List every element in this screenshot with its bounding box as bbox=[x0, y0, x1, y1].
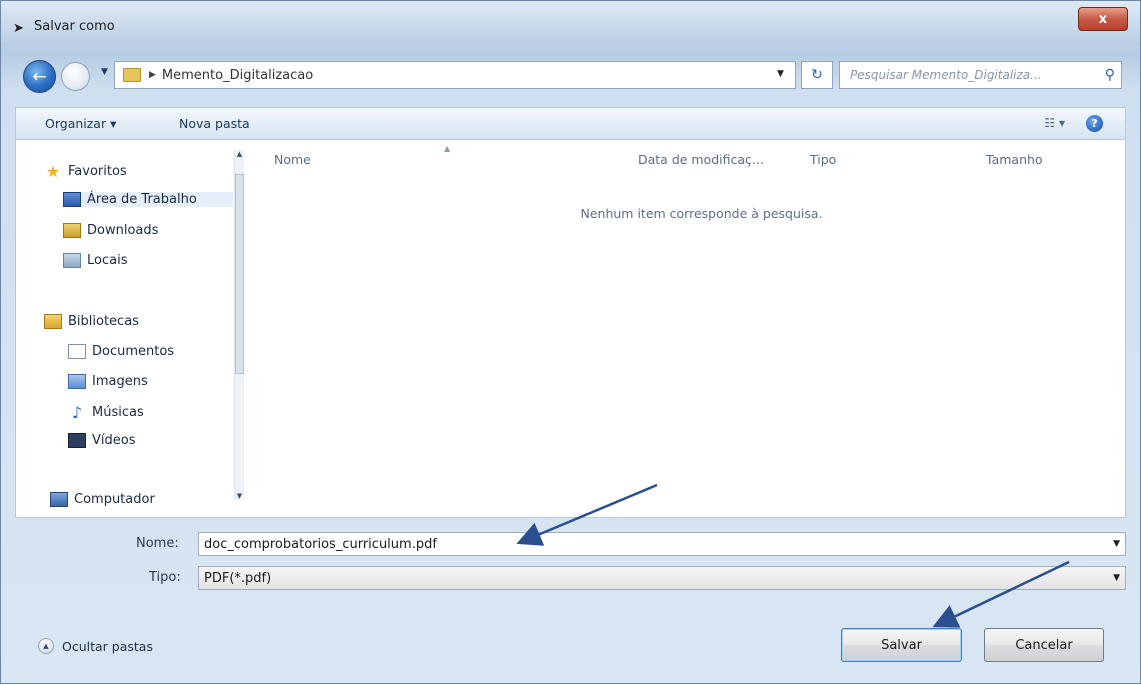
column-header-name[interactable]: Nome bbox=[274, 152, 311, 167]
refresh-icon: ↻ bbox=[811, 67, 823, 83]
search-input[interactable] bbox=[848, 67, 1105, 83]
title-bar[interactable]: ➤ Salvar como x bbox=[1, 1, 1140, 45]
refresh-button[interactable]: ↻ bbox=[801, 61, 833, 89]
nav-label: Computador bbox=[74, 492, 155, 507]
view-options-icon[interactable]: ☷ ▾ bbox=[1044, 116, 1065, 130]
star-icon: ★ bbox=[45, 162, 61, 181]
app-icon: ➤ bbox=[13, 21, 24, 36]
nav-music[interactable]: ♪ Músicas bbox=[68, 403, 144, 422]
empty-message: Nenhum item corresponde à pesquisa. bbox=[580, 206, 823, 221]
save-as-dialog: ➤ Salvar como x ← ▼ ▶ Memento_Digitaliza… bbox=[0, 0, 1141, 684]
filename-row: Nome: doc_comprobatorios_curriculum.pdf … bbox=[15, 532, 1126, 558]
command-bar: Organizar ▾ Nova pasta ☷ ▾ ? bbox=[15, 107, 1126, 140]
breadcrumb-folder[interactable]: Memento_Digitalizacao bbox=[162, 68, 313, 83]
new-folder-button[interactable]: Nova pasta bbox=[179, 116, 250, 131]
nav-desktop[interactable]: Área de Trabalho bbox=[63, 192, 233, 207]
forward-button[interactable] bbox=[61, 62, 90, 91]
videos-icon bbox=[68, 433, 86, 448]
sort-caret-icon: ▲ bbox=[444, 144, 451, 153]
column-header-date[interactable]: Data de modificaç... bbox=[638, 152, 764, 167]
search-icon[interactable]: ⚲ bbox=[1105, 67, 1115, 83]
filetype-dropdown-icon[interactable]: ▼ bbox=[1113, 573, 1120, 583]
nav-favorites[interactable]: ★ Favoritos bbox=[44, 162, 127, 181]
chevron-right-icon[interactable]: ▶ bbox=[149, 70, 156, 80]
filetype-label: Tipo: bbox=[149, 570, 181, 585]
nav-downloads[interactable]: Downloads bbox=[63, 223, 158, 238]
help-icon[interactable]: ? bbox=[1086, 115, 1103, 132]
filetype-row: Tipo: PDF(*.pdf) ▼ bbox=[15, 566, 1126, 592]
filename-dropdown-icon[interactable]: ▼ bbox=[1113, 539, 1120, 549]
nav-libraries[interactable]: Bibliotecas bbox=[44, 314, 139, 329]
save-button[interactable]: Salvar bbox=[841, 628, 962, 662]
window-title: Salvar como bbox=[34, 19, 115, 34]
hide-folders-label: Ocultar pastas bbox=[62, 638, 153, 654]
nav-label: Vídeos bbox=[92, 433, 136, 448]
nav-label: Downloads bbox=[87, 223, 159, 238]
content-area: ★ Favoritos Área de Trabalho Downloads L… bbox=[15, 140, 1126, 518]
filetype-value[interactable]: PDF(*.pdf) bbox=[204, 571, 271, 586]
scroll-up-icon[interactable]: ▲ bbox=[235, 150, 244, 158]
music-note-icon: ♪ bbox=[71, 403, 83, 422]
nav-label: Favoritos bbox=[68, 164, 127, 179]
nav-images[interactable]: Imagens bbox=[68, 374, 148, 389]
filename-label: Nome: bbox=[136, 536, 179, 551]
nav-label: Imagens bbox=[92, 374, 148, 389]
search-box[interactable]: ⚲ bbox=[839, 61, 1122, 89]
nav-places[interactable]: Locais bbox=[63, 253, 127, 268]
documents-icon bbox=[68, 344, 86, 359]
back-arrow-icon: ← bbox=[32, 66, 47, 87]
nav-scrollbar[interactable]: ▲ ▼ bbox=[234, 150, 244, 500]
navigation-pane: ★ Favoritos Área de Trabalho Downloads L… bbox=[16, 140, 248, 517]
filename-field[interactable]: doc_comprobatorios_curriculum.pdf ▼ bbox=[198, 532, 1126, 556]
chevron-up-icon: ▲ bbox=[38, 638, 54, 654]
nav-documents[interactable]: Documentos bbox=[68, 344, 174, 359]
hide-folders-toggle[interactable]: ▲ Ocultar pastas bbox=[38, 638, 153, 654]
close-button[interactable]: x bbox=[1078, 7, 1128, 31]
places-icon bbox=[63, 253, 81, 268]
column-header-type[interactable]: Tipo bbox=[810, 152, 836, 167]
downloads-folder-icon bbox=[63, 223, 81, 238]
address-bar[interactable]: ▶ Memento_Digitalizacao bbox=[114, 61, 796, 89]
nav-label: Bibliotecas bbox=[68, 314, 139, 329]
folder-icon bbox=[123, 68, 141, 82]
images-icon bbox=[68, 374, 86, 389]
nav-computer[interactable]: Computador bbox=[50, 492, 155, 507]
address-dropdown-icon[interactable]: ▼ bbox=[777, 69, 784, 79]
nav-videos[interactable]: Vídeos bbox=[68, 433, 135, 448]
computer-icon bbox=[50, 492, 68, 507]
file-list: ▲ Nome Data de modificaç... Tipo Tamanho… bbox=[248, 140, 1125, 517]
libraries-icon bbox=[44, 314, 62, 329]
back-button[interactable]: ← bbox=[23, 60, 56, 93]
column-header-size[interactable]: Tamanho bbox=[986, 152, 1043, 167]
desktop-icon bbox=[63, 192, 81, 207]
scrollbar-thumb[interactable] bbox=[235, 174, 244, 374]
nav-label: Documentos bbox=[92, 344, 175, 359]
filename-value[interactable]: doc_comprobatorios_curriculum.pdf bbox=[204, 537, 437, 552]
close-icon: x bbox=[1098, 11, 1108, 27]
address-row: ← ▼ ▶ Memento_Digitalizacao ▼ ↻ ⚲ bbox=[1, 45, 1140, 107]
organize-menu[interactable]: Organizar ▾ bbox=[45, 116, 116, 131]
filetype-select[interactable]: PDF(*.pdf) ▼ bbox=[198, 566, 1126, 590]
history-dropdown-icon[interactable]: ▼ bbox=[101, 67, 108, 77]
nav-label: Locais bbox=[87, 253, 128, 268]
scroll-down-icon[interactable]: ▼ bbox=[235, 492, 244, 500]
cancel-button[interactable]: Cancelar bbox=[984, 628, 1104, 662]
nav-label: Músicas bbox=[92, 405, 144, 420]
nav-label: Área de Trabalho bbox=[87, 192, 197, 207]
